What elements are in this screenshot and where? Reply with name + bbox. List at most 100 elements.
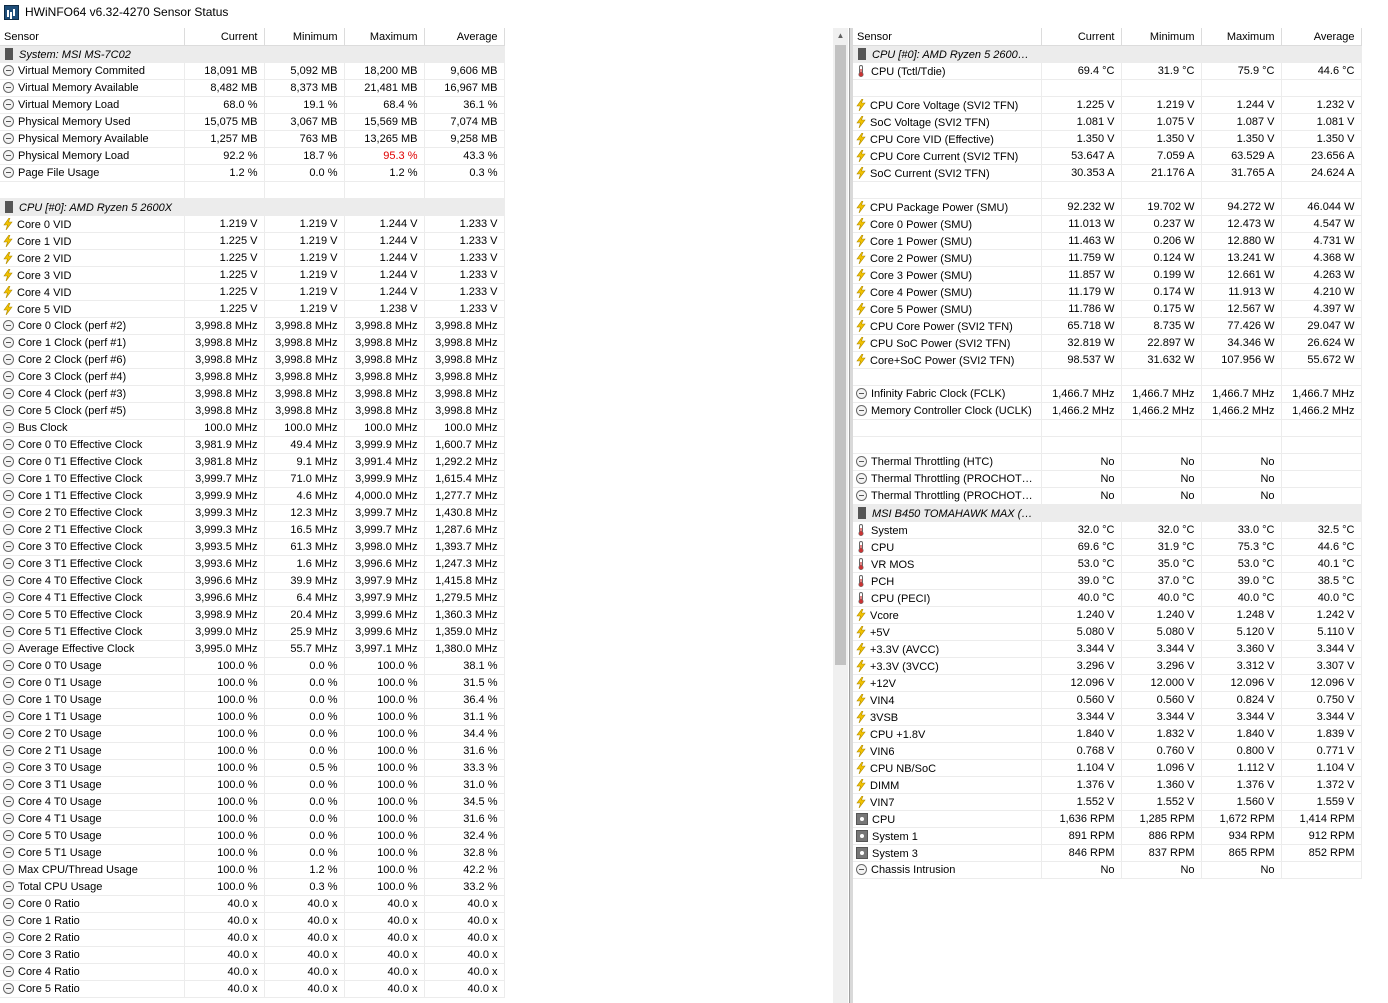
column-header-current[interactable]: Current (184, 28, 265, 46)
sensor-row[interactable]: Total CPU Usage 100.0 % 0.3 % 100.0 % 33.2 % (0, 878, 505, 896)
sensor-row[interactable]: Core 5 T1 Effective Clock 3,999.0 MHz 25.9… (0, 623, 505, 641)
sensor-row[interactable]: VIN7 1.552 V 1.552 V 1.560 V 1.559 V (853, 793, 1362, 811)
sensor-row[interactable]: CPU (Tctl/Tdie) 69.4 °C 31.9 °C 75.9 °C 44.6… (853, 62, 1362, 80)
sensor-row[interactable]: Core 2 Clock (perf #6) 3,998.8 MHz 3,998.8… (0, 351, 505, 369)
sensor-row[interactable]: CPU Core Voltage (SVI2 TFN) 1.225 V 1.219 … (853, 96, 1362, 114)
sensor-row[interactable]: Core 5 Ratio 40.0 x 40.0 x 40.0 x 40.0 x (0, 980, 505, 998)
sensor-row[interactable]: Average Effective Clock 3,995.0 MHz 55.7 M… (0, 640, 505, 658)
sensor-row[interactable]: System 32.0 °C 32.0 °C 33.0 °C 32.5 °C (853, 521, 1362, 539)
sensor-row[interactable]: Infinity Fabric Clock (FCLK) 1,466.7 MHz 1… (853, 385, 1362, 403)
sensor-row[interactable]: Max CPU/Thread Usage 100.0 % 1.2 % 100.0 % 4… (0, 861, 505, 879)
sensor-row[interactable]: Core 4 Power (SMU) 11.179 W 0.174 W 11.913 … (853, 283, 1362, 301)
sensor-row[interactable]: Core 5 T1 Usage 100.0 % 0.0 % 100.0 % 32.8 % (0, 844, 505, 862)
sensor-row[interactable]: Core 1 T1 Effective Clock 3,999.9 MHz 4.6 … (0, 487, 505, 505)
scroll-up-arrow-icon[interactable]: ▲ (833, 28, 848, 43)
sensor-row[interactable]: Core 5 T0 Usage 100.0 % 0.0 % 100.0 % 32.4 % (0, 827, 505, 845)
sensor-row[interactable]: +12V 12.096 V 12.000 V 12.096 V 12.096 V (853, 674, 1362, 692)
sensor-row[interactable]: VIN4 0.560 V 0.560 V 0.824 V 0.750 V (853, 691, 1362, 709)
sensor-row[interactable]: Core 2 VID 1.225 V 1.219 V 1.244 V 1.233 V (0, 249, 505, 267)
sensor-row[interactable]: Virtual Memory Commited 18,091 MB 5,092 MB… (0, 62, 505, 80)
sensor-row[interactable]: SoC Current (SVI2 TFN) 30.353 A 21.176 A 31… (853, 164, 1362, 182)
sensor-row[interactable]: Thermal Throttling (PROCHOT C... No No No (853, 470, 1362, 488)
sensor-row[interactable]: Physical Memory Load 92.2 % 18.7 % 95.3 % 43… (0, 147, 505, 165)
sensor-row[interactable]: Core 4 T1 Effective Clock 3,996.6 MHz 6.4 … (0, 589, 505, 607)
sensor-row[interactable]: CPU 1,636 RPM 1,285 RPM 1,672 RPM 1,414 RPM (853, 810, 1362, 828)
sensor-row[interactable]: Core 0 T1 Effective Clock 3,981.8 MHz 9.1 … (0, 453, 505, 471)
sensor-row[interactable]: Core 0 T1 Usage 100.0 % 0.0 % 100.0 % 31.5 % (0, 674, 505, 692)
sensor-row[interactable]: Core+SoC Power (SVI2 TFN) 98.537 W 31.632 … (853, 351, 1362, 369)
scrollbar-thumb[interactable] (835, 45, 846, 665)
sensor-row[interactable]: Core 0 Ratio 40.0 x 40.0 x 40.0 x 40.0 x (0, 895, 505, 913)
sensor-row[interactable]: Core 4 T0 Usage 100.0 % 0.0 % 100.0 % 34.5 % (0, 793, 505, 811)
sensor-row[interactable]: Memory Controller Clock (UCLK) 1,466.2 MH… (853, 402, 1362, 420)
sensor-row[interactable]: 3VSB 3.344 V 3.344 V 3.344 V 3.344 V (853, 708, 1362, 726)
sensor-row[interactable]: Core 4 Clock (perf #3) 3,998.8 MHz 3,998.8… (0, 385, 505, 403)
sensor-row[interactable]: Core 1 T1 Usage 100.0 % 0.0 % 100.0 % 31.1 % (0, 708, 505, 726)
sensor-row[interactable]: Core 2 Power (SMU) 11.759 W 0.124 W 13.241 … (853, 249, 1362, 267)
sensor-row[interactable]: Core 4 T1 Usage 100.0 % 0.0 % 100.0 % 31.6 % (0, 810, 505, 828)
sensor-row[interactable]: CPU Core VID (Effective) 1.350 V 1.350 V 1.… (853, 130, 1362, 148)
sensor-row[interactable]: +3.3V (AVCC) 3.344 V 3.344 V 3.360 V 3.344 V (853, 640, 1362, 658)
sensor-row[interactable]: PCH 39.0 °C 37.0 °C 39.0 °C 38.5 °C (853, 572, 1362, 590)
sensor-row[interactable]: DIMM 1.376 V 1.360 V 1.376 V 1.372 V (853, 776, 1362, 794)
sensor-row[interactable]: Core 5 Clock (perf #5) 3,998.8 MHz 3,998.8… (0, 402, 505, 420)
sensor-row[interactable]: Thermal Throttling (PROCHOT E... No No No (853, 487, 1362, 505)
left-pane-scrollbar[interactable]: ▲ (833, 28, 848, 1003)
sensor-row[interactable]: CPU +1.8V 1.840 V 1.832 V 1.840 V 1.839 V (853, 725, 1362, 743)
sensor-row[interactable]: CPU Core Current (SVI2 TFN) 53.647 A 7.059… (853, 147, 1362, 165)
sensor-row[interactable]: Core 1 VID 1.225 V 1.219 V 1.244 V 1.233 V (0, 232, 505, 250)
column-header-current[interactable]: Current (1041, 28, 1122, 46)
column-header-average[interactable]: Average (1281, 28, 1362, 46)
sensor-row[interactable]: CPU SoC Power (SVI2 TFN) 32.819 W 22.897 W… (853, 334, 1362, 352)
sensor-group-header[interactable]: CPU [#0]: AMD Ryzen 5 2600X (0, 198, 505, 216)
sensor-row[interactable]: Core 3 T1 Usage 100.0 % 0.0 % 100.0 % 31.0 % (0, 776, 505, 794)
sensor-row[interactable]: Core 3 T0 Usage 100.0 % 0.5 % 100.0 % 33.3 % (0, 759, 505, 777)
sensor-row[interactable]: Page File Usage 1.2 % 0.0 % 1.2 % 0.3 % (0, 164, 505, 182)
sensor-row[interactable]: Core 3 Clock (perf #4) 3,998.8 MHz 3,998.8… (0, 368, 505, 386)
sensor-row[interactable]: VR MOS 53.0 °C 35.0 °C 53.0 °C 40.1 °C (853, 555, 1362, 573)
column-header-minimum[interactable]: Minimum (264, 28, 345, 46)
sensor-row[interactable]: CPU Package Power (SMU) 92.232 W 19.702 W9… (853, 198, 1362, 216)
sensor-row[interactable]: Core 1 T0 Usage 100.0 % 0.0 % 100.0 % 36.4 % (0, 691, 505, 709)
sensor-row[interactable]: Core 0 Clock (perf #2) 3,998.8 MHz 3,998.8… (0, 317, 505, 335)
sensor-row[interactable]: Core 2 T0 Usage 100.0 % 0.0 % 100.0 % 34.4 % (0, 725, 505, 743)
sensor-row[interactable]: Core 3 T1 Effective Clock 3,993.6 MHz 1.6 … (0, 555, 505, 573)
column-header-sensor[interactable]: Sensor (0, 28, 185, 46)
sensor-row[interactable]: Core 2 T1 Effective Clock 3,999.3 MHz 16.5… (0, 521, 505, 539)
sensor-group-header[interactable]: CPU [#0]: AMD Ryzen 5 2600X:... (853, 45, 1362, 63)
sensor-row[interactable]: Core 3 VID 1.225 V 1.219 V 1.244 V 1.233 V (0, 266, 505, 284)
sensor-row[interactable]: Core 2 T0 Effective Clock 3,999.3 MHz 12.3… (0, 504, 505, 522)
sensor-row[interactable]: SoC Voltage (SVI2 TFN) 1.081 V 1.075 V 1.08… (853, 113, 1362, 131)
sensor-row[interactable]: Thermal Throttling (HTC) No No No (853, 453, 1362, 471)
sensor-row[interactable]: Core 2 T1 Usage 100.0 % 0.0 % 100.0 % 31.6 % (0, 742, 505, 760)
sensor-row[interactable]: Chassis Intrusion No No No (853, 861, 1362, 879)
sensor-row[interactable]: Core 1 T0 Effective Clock 3,999.7 MHz 71.0… (0, 470, 505, 488)
sensor-row[interactable]: Core 3 Ratio 40.0 x 40.0 x 40.0 x 40.0 x (0, 946, 505, 964)
sensor-row[interactable]: CPU 69.6 °C 31.9 °C 75.3 °C 44.6 °C (853, 538, 1362, 556)
sensor-row[interactable]: Virtual Memory Load 68.0 % 19.1 % 68.4 % 36.… (0, 96, 505, 114)
sensor-row[interactable]: Virtual Memory Available 8,482 MB 8,373 MB… (0, 79, 505, 97)
sensor-row[interactable]: Core 1 Ratio 40.0 x 40.0 x 40.0 x 40.0 x (0, 912, 505, 930)
sensor-row[interactable]: Core 0 Power (SMU) 11.013 W 0.237 W 12.473 … (853, 215, 1362, 233)
sensor-row[interactable]: Physical Memory Used 15,075 MB 3,067 MB 15,… (0, 113, 505, 131)
sensor-row[interactable]: +5V 5.080 V 5.080 V 5.120 V 5.110 V (853, 623, 1362, 641)
column-header-average[interactable]: Average (424, 28, 505, 46)
sensor-row[interactable]: Core 5 Power (SMU) 11.786 W 0.175 W 12.567 … (853, 300, 1362, 318)
sensor-row[interactable]: Core 4 Ratio 40.0 x 40.0 x 40.0 x 40.0 x (0, 963, 505, 981)
sensor-row[interactable]: Core 4 T0 Effective Clock 3,996.6 MHz 39.9… (0, 572, 505, 590)
sensor-row[interactable]: System 1 891 RPM 886 RPM 934 RPM 912 RPM (853, 827, 1362, 845)
sensor-row[interactable]: CPU NB/SoC 1.104 V 1.096 V 1.112 V 1.104 V (853, 759, 1362, 777)
sensor-row[interactable]: Core 5 T0 Effective Clock 3,998.9 MHz 20.4… (0, 606, 505, 624)
column-header-minimum[interactable]: Minimum (1121, 28, 1202, 46)
sensor-row[interactable]: Core 2 Ratio 40.0 x 40.0 x 40.0 x 40.0 x (0, 929, 505, 947)
sensor-row[interactable]: VIN6 0.768 V 0.760 V 0.800 V 0.771 V (853, 742, 1362, 760)
sensor-row[interactable]: Core 0 T0 Effective Clock 3,981.9 MHz 49.4… (0, 436, 505, 454)
sensor-row[interactable]: Core 3 T0 Effective Clock 3,993.5 MHz 61.3… (0, 538, 505, 556)
sensor-row[interactable]: Core 0 T0 Usage 100.0 % 0.0 % 100.0 % 38.1 % (0, 657, 505, 675)
sensor-row[interactable]: System 3 846 RPM 837 RPM 865 RPM 852 RPM (853, 844, 1362, 862)
sensor-row[interactable]: +3.3V (3VCC) 3.296 V 3.296 V 3.312 V 3.307 V (853, 657, 1362, 675)
sensor-row[interactable]: Physical Memory Available 1,257 MB 763 MB 1… (0, 130, 505, 148)
column-header-maximum[interactable]: Maximum (1201, 28, 1282, 46)
sensor-group-header[interactable]: MSI B450 TOMAHAWK MAX (MS... (853, 504, 1362, 522)
sensor-group-header[interactable]: System: MSI MS-7C02 (0, 45, 505, 63)
